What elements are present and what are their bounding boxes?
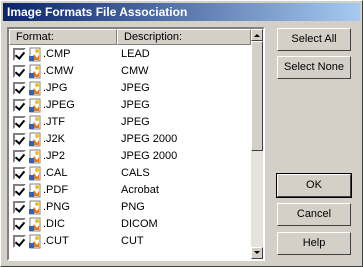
format-checkbox[interactable] [13, 201, 26, 214]
format-extension: .DIC [43, 218, 65, 230]
format-description: JPEG [121, 82, 150, 94]
list-item[interactable]: .J2K JPEG 2000 [9, 131, 251, 148]
format-list[interactable]: Format: Description: .CMP LEAD .CMW CMW .JPG… [7, 27, 265, 261]
select-none-button[interactable]: Select None [277, 56, 351, 79]
format-description: JPEG [121, 99, 150, 111]
image-file-icon [29, 200, 43, 215]
format-extension: .JTF [43, 116, 65, 128]
format-description: CUT [121, 235, 144, 247]
format-description: PNG [121, 201, 145, 213]
format-checkbox[interactable] [13, 48, 26, 61]
column-header-format[interactable]: Format: [9, 29, 117, 45]
format-description: Acrobat [121, 184, 159, 196]
list-item[interactable]: .CMW CMW [9, 63, 251, 80]
format-checkbox[interactable] [13, 65, 26, 78]
format-description: JPEG [121, 116, 150, 128]
image-file-icon [29, 132, 43, 147]
image-file-icon [29, 183, 43, 198]
format-extension: .JP2 [43, 150, 66, 162]
format-checkbox[interactable] [13, 116, 26, 129]
format-list-content: Format: Description: .CMP LEAD .CMW CMW .JPG… [9, 29, 251, 259]
format-checkbox[interactable] [13, 99, 26, 112]
format-extension: .PDF [43, 184, 69, 196]
image-file-icon [29, 217, 43, 232]
dialog-window: Image Formats File Association Format: D… [0, 0, 363, 267]
format-extension: .PNG [43, 201, 70, 213]
window-title: Image Formats File Association [7, 5, 188, 19]
image-file-icon [29, 81, 43, 96]
image-file-icon [29, 149, 43, 164]
format-description: CALS [121, 167, 150, 179]
image-file-icon [29, 47, 43, 62]
format-extension: .JPEG [43, 99, 75, 111]
format-description: DICOM [121, 218, 158, 230]
image-file-icon [29, 98, 43, 113]
scroll-down-arrow-icon [254, 251, 260, 254]
scroll-thumb[interactable] [251, 41, 263, 151]
format-description: CMW [121, 65, 149, 77]
format-description: LEAD [121, 48, 150, 60]
list-header: Format: Description: [9, 29, 251, 45]
format-extension: .CAL [43, 167, 68, 179]
format-description: JPEG 2000 [121, 150, 178, 162]
list-item[interactable]: .PNG PNG [9, 199, 251, 216]
scroll-down-button[interactable] [251, 247, 263, 259]
list-item[interactable]: .CAL CALS [9, 165, 251, 182]
format-description: JPEG 2000 [121, 133, 178, 145]
list-item[interactable]: .JP2 JPEG 2000 [9, 148, 251, 165]
list-item[interactable]: .JPEG JPEG [9, 97, 251, 114]
list-item[interactable]: .DIC DICOM [9, 216, 251, 233]
cancel-button[interactable]: Cancel [277, 203, 351, 226]
list-item[interactable]: .JPG JPEG [9, 80, 251, 97]
format-extension: .CMW [43, 65, 74, 77]
title-bar[interactable]: Image Formats File Association [3, 3, 360, 21]
list-item[interactable]: .PDF Acrobat [9, 182, 251, 199]
format-checkbox[interactable] [13, 167, 26, 180]
image-file-icon [29, 166, 43, 181]
format-extension: .JPG [43, 82, 68, 94]
image-file-icon [29, 64, 43, 79]
format-checkbox[interactable] [13, 184, 26, 197]
list-item[interactable]: .CUT CUT [9, 233, 251, 250]
format-checkbox[interactable] [13, 150, 26, 163]
list-item[interactable]: .JTF JPEG [9, 114, 251, 131]
format-extension: .J2K [43, 133, 66, 145]
select-all-button[interactable]: Select All [277, 28, 351, 51]
format-extension: .CMP [43, 48, 71, 60]
format-extension: .CUT [43, 235, 69, 247]
vertical-scrollbar[interactable] [251, 29, 263, 259]
format-checkbox[interactable] [13, 82, 26, 95]
column-header-description[interactable]: Description: [117, 29, 251, 45]
format-checkbox[interactable] [13, 133, 26, 146]
format-checkbox[interactable] [13, 235, 26, 248]
scroll-up-arrow-icon [254, 34, 260, 37]
ok-button[interactable]: OK [276, 173, 352, 198]
image-file-icon [29, 234, 43, 249]
image-file-icon [29, 115, 43, 130]
help-button[interactable]: Help [277, 232, 351, 255]
format-checkbox[interactable] [13, 218, 26, 231]
scroll-up-button[interactable] [251, 29, 263, 41]
list-item[interactable]: .CMP LEAD [9, 46, 251, 63]
